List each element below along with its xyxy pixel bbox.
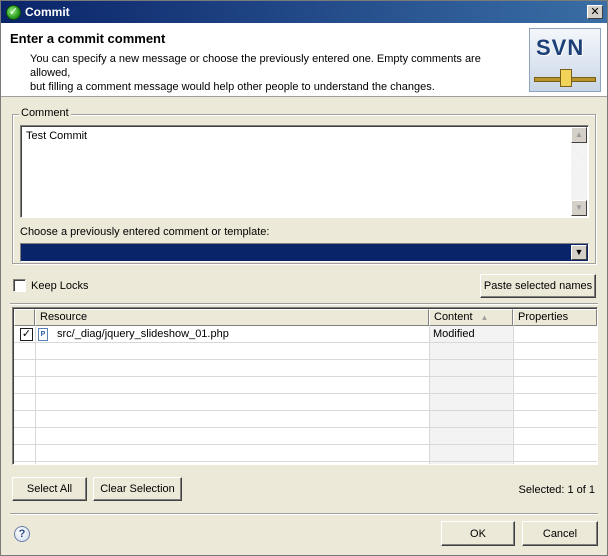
keep-locks-checkbox[interactable] [13,279,26,292]
column-header-resource-label: Resource [40,311,88,323]
resource-table[interactable]: Resource Content ▲ Properties ✓ P src/_di… [12,307,598,465]
column-header-content[interactable]: Content ▲ [429,309,513,326]
comment-scrollbar[interactable]: ▲ ▼ [571,127,587,216]
empty-row [14,445,597,462]
window-title: Commit [25,5,70,19]
separator [10,303,598,305]
empty-row [14,343,597,360]
template-label: Choose a previously entered comment or t… [20,226,270,238]
header-title: Enter a commit comment [10,31,166,46]
header-description-line-1: You can specify a new message or choose … [30,53,481,79]
sort-ascending-icon: ▲ [480,313,489,322]
keep-locks-label: Keep Locks [31,279,89,292]
svn-logo-text: SVN [536,35,585,60]
row-checkbox[interactable]: ✓ [20,328,33,341]
commit-dialog: ✓ Commit ✕ Enter a commit comment You ca… [0,0,608,556]
separator [10,513,598,515]
empty-row [14,428,597,445]
column-header-check[interactable] [14,309,35,326]
header-description: You can specify a new message or choose … [30,52,520,94]
svn-logo: SVN [529,28,601,92]
selection-status: Selected: 1 of 1 [518,484,595,496]
chevron-down-icon[interactable]: ▼ [571,245,587,260]
empty-row [14,360,597,377]
comment-textarea[interactable]: Test Commit ▲ ▼ [20,125,589,218]
row-content: Modified [433,328,475,340]
column-header-properties[interactable]: Properties [513,309,597,326]
comment-group-label: Comment [19,107,71,119]
column-header-resource[interactable]: Resource [35,309,429,326]
empty-row [14,377,597,394]
template-combo[interactable]: ▼ [20,243,589,262]
help-icon[interactable]: ? [14,526,30,542]
table-row[interactable]: ✓ P src/_diag/jquery_slideshow_01.php Mo… [14,326,597,343]
title-bar[interactable]: ✓ Commit ✕ [1,1,607,23]
close-button[interactable]: ✕ [587,5,603,19]
column-header-content-label: Content [434,311,473,323]
cancel-button[interactable]: Cancel [522,521,598,546]
header-description-line-2: but filling a comment message would help… [30,81,435,93]
select-all-button[interactable]: Select All [12,477,87,501]
empty-row [14,394,597,411]
svn-logo-knob [560,69,572,87]
header-banner: Enter a commit comment You can specify a… [1,23,607,97]
table-header: Resource Content ▲ Properties [14,309,597,326]
comment-text: Test Commit [26,130,88,142]
scroll-down-icon[interactable]: ▼ [571,200,587,216]
ok-button[interactable]: OK [441,521,515,546]
clear-selection-button[interactable]: Clear Selection [93,477,182,501]
scroll-up-icon[interactable]: ▲ [571,127,587,143]
php-file-icon: P [38,328,48,341]
row-resource: src/_diag/jquery_slideshow_01.php [57,328,229,340]
keep-locks-option[interactable]: Keep Locks [13,279,88,292]
app-icon: ✓ [6,4,21,20]
column-header-properties-label: Properties [518,311,569,323]
paste-selected-names-button[interactable]: Paste selected names [480,274,596,298]
empty-row [14,411,597,428]
